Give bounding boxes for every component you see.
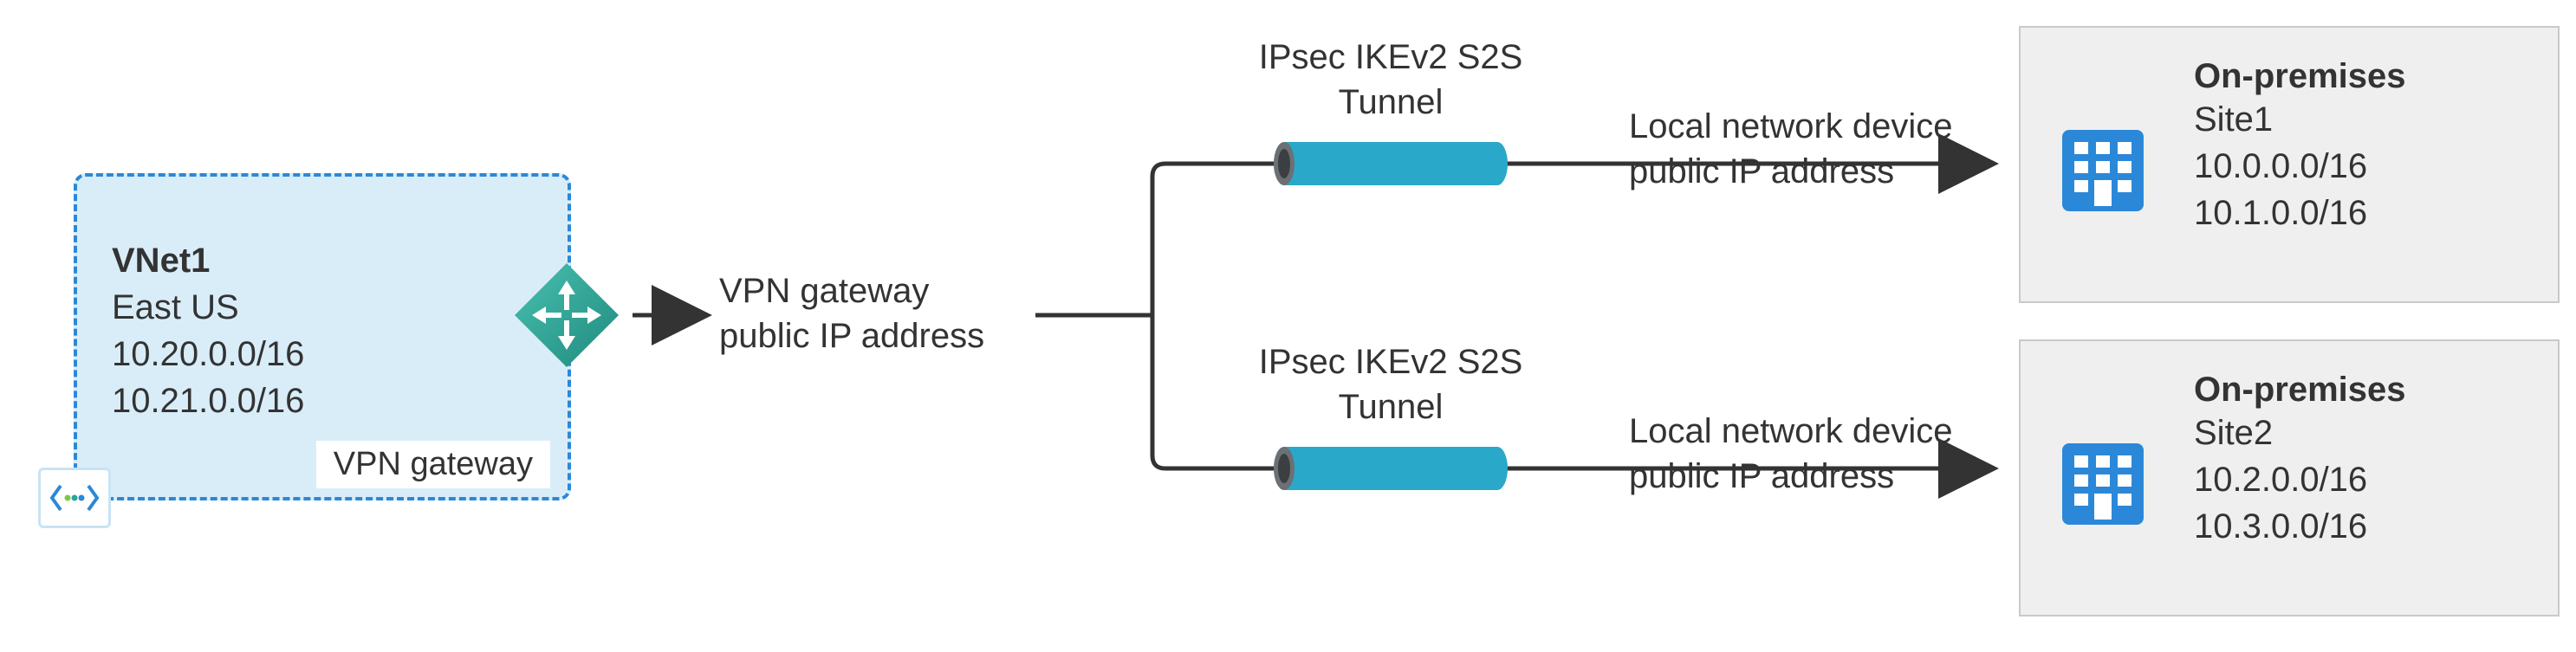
site1-name: Site1 <box>2194 96 2523 143</box>
tunnel-bottom-label-line2: Tunnel <box>1230 384 1551 429</box>
site2-addr-0: 10.2.0.0/16 <box>2194 456 2523 503</box>
local-device-bottom-line1: Local network device <box>1629 409 1953 454</box>
tunnel-top-label-line1: IPsec IKEv2 S2S <box>1230 35 1551 80</box>
site1-addr-1: 10.1.0.0/16 <box>2194 190 2523 236</box>
tunnel-bottom-icon <box>1274 447 1508 490</box>
tunnel-top-label-line2: Tunnel <box>1230 80 1551 125</box>
local-device-bottom-line2: public IP address <box>1629 454 1953 499</box>
site2-name: Site2 <box>2194 410 2523 456</box>
vpn-gateway-label-line1: VPN gateway <box>719 268 984 313</box>
vnet-address-space-0: 10.20.0.0/16 <box>112 331 304 378</box>
local-device-top-label: Local network device public IP address <box>1629 104 1953 194</box>
vnet-region: East US <box>112 284 304 331</box>
local-device-top-line1: Local network device <box>1629 104 1953 149</box>
tunnel-top-label: IPsec IKEv2 S2S Tunnel <box>1230 35 1551 125</box>
site2-addr-1: 10.3.0.0/16 <box>2194 503 2523 550</box>
vpn-gateway-label: VPN gateway public IP address <box>719 268 984 358</box>
site1-box: On-premises Site1 10.0.0.0/16 10.1.0.0/1… <box>2019 26 2560 303</box>
tunnel-bottom-label-line1: IPsec IKEv2 S2S <box>1230 339 1551 384</box>
vnet-address-space-1: 10.21.0.0/16 <box>112 378 304 424</box>
vpn-gateway-icon <box>511 260 622 371</box>
tunnel-bottom-label: IPsec IKEv2 S2S Tunnel <box>1230 339 1551 429</box>
site2-title: On-premises <box>2194 371 2523 410</box>
vnet-text-block: VNet1 East US 10.20.0.0/16 10.21.0.0/16 <box>112 237 304 424</box>
local-device-top-line2: public IP address <box>1629 149 1953 194</box>
site1-title: On-premises <box>2194 57 2523 96</box>
vpn-gateway-label-line2: public IP address <box>719 313 984 358</box>
diagram-canvas: VNet1 East US 10.20.0.0/16 10.21.0.0/16 … <box>0 0 2576 652</box>
site2-box: On-premises Site2 10.2.0.0/16 10.3.0.0/1… <box>2019 339 2560 616</box>
local-device-bottom-label: Local network device public IP address <box>1629 409 1953 499</box>
building-icon <box>2055 436 2151 532</box>
vnet-icon <box>38 468 111 528</box>
vnet-gateway-badge-label: VPN gateway <box>316 441 550 488</box>
building-icon <box>2055 123 2151 218</box>
vnet-box: VNet1 East US 10.20.0.0/16 10.21.0.0/16 … <box>74 173 571 500</box>
vnet-title: VNet1 <box>112 237 304 284</box>
tunnel-top-icon <box>1274 142 1508 185</box>
site1-addr-0: 10.0.0.0/16 <box>2194 143 2523 190</box>
